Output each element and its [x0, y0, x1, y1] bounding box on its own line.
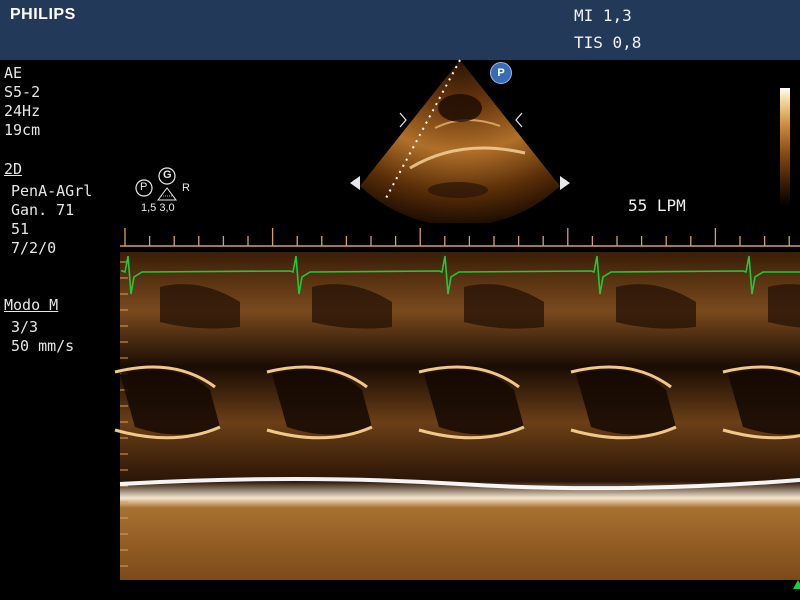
heart-rate-readout: 55 LPM: [628, 196, 686, 215]
thermal-index: TIS 0,8: [574, 33, 642, 52]
orientation-g-letter: G: [163, 169, 172, 181]
mechanical-index: MI 1,3: [574, 6, 632, 25]
focus-values: 1,5 3,0: [141, 202, 175, 214]
twod-section-title: 2D: [4, 160, 23, 178]
rv-cavity: [768, 284, 800, 328]
orientation-p-letter: P: [140, 181, 148, 193]
orientation-r-letter: R: [182, 182, 190, 194]
transducer-label: S5-2: [4, 83, 41, 101]
system-header: PHILIPS MI 1,3 TIS 0,8: [0, 0, 800, 60]
preset-label: AE: [4, 64, 23, 82]
mmode-trace-area: [0, 222, 800, 586]
depth-label: 19cm: [4, 121, 41, 139]
twod-mode: PenA-AGrl: [11, 182, 93, 200]
trace-position-marker: [793, 580, 800, 589]
time-ruler: [120, 228, 800, 247]
twod-gain: Gan. 71: [11, 201, 75, 219]
twod-sector-image: [340, 58, 590, 227]
frame-rate-label: 24Hz: [4, 102, 41, 120]
grayscale-colorbar: [780, 88, 790, 206]
orientation-indicator: P G R 1,5 3,0: [132, 164, 202, 218]
probe-orientation-badge: P: [490, 62, 512, 84]
brand-logo: PHILIPS: [10, 6, 76, 23]
